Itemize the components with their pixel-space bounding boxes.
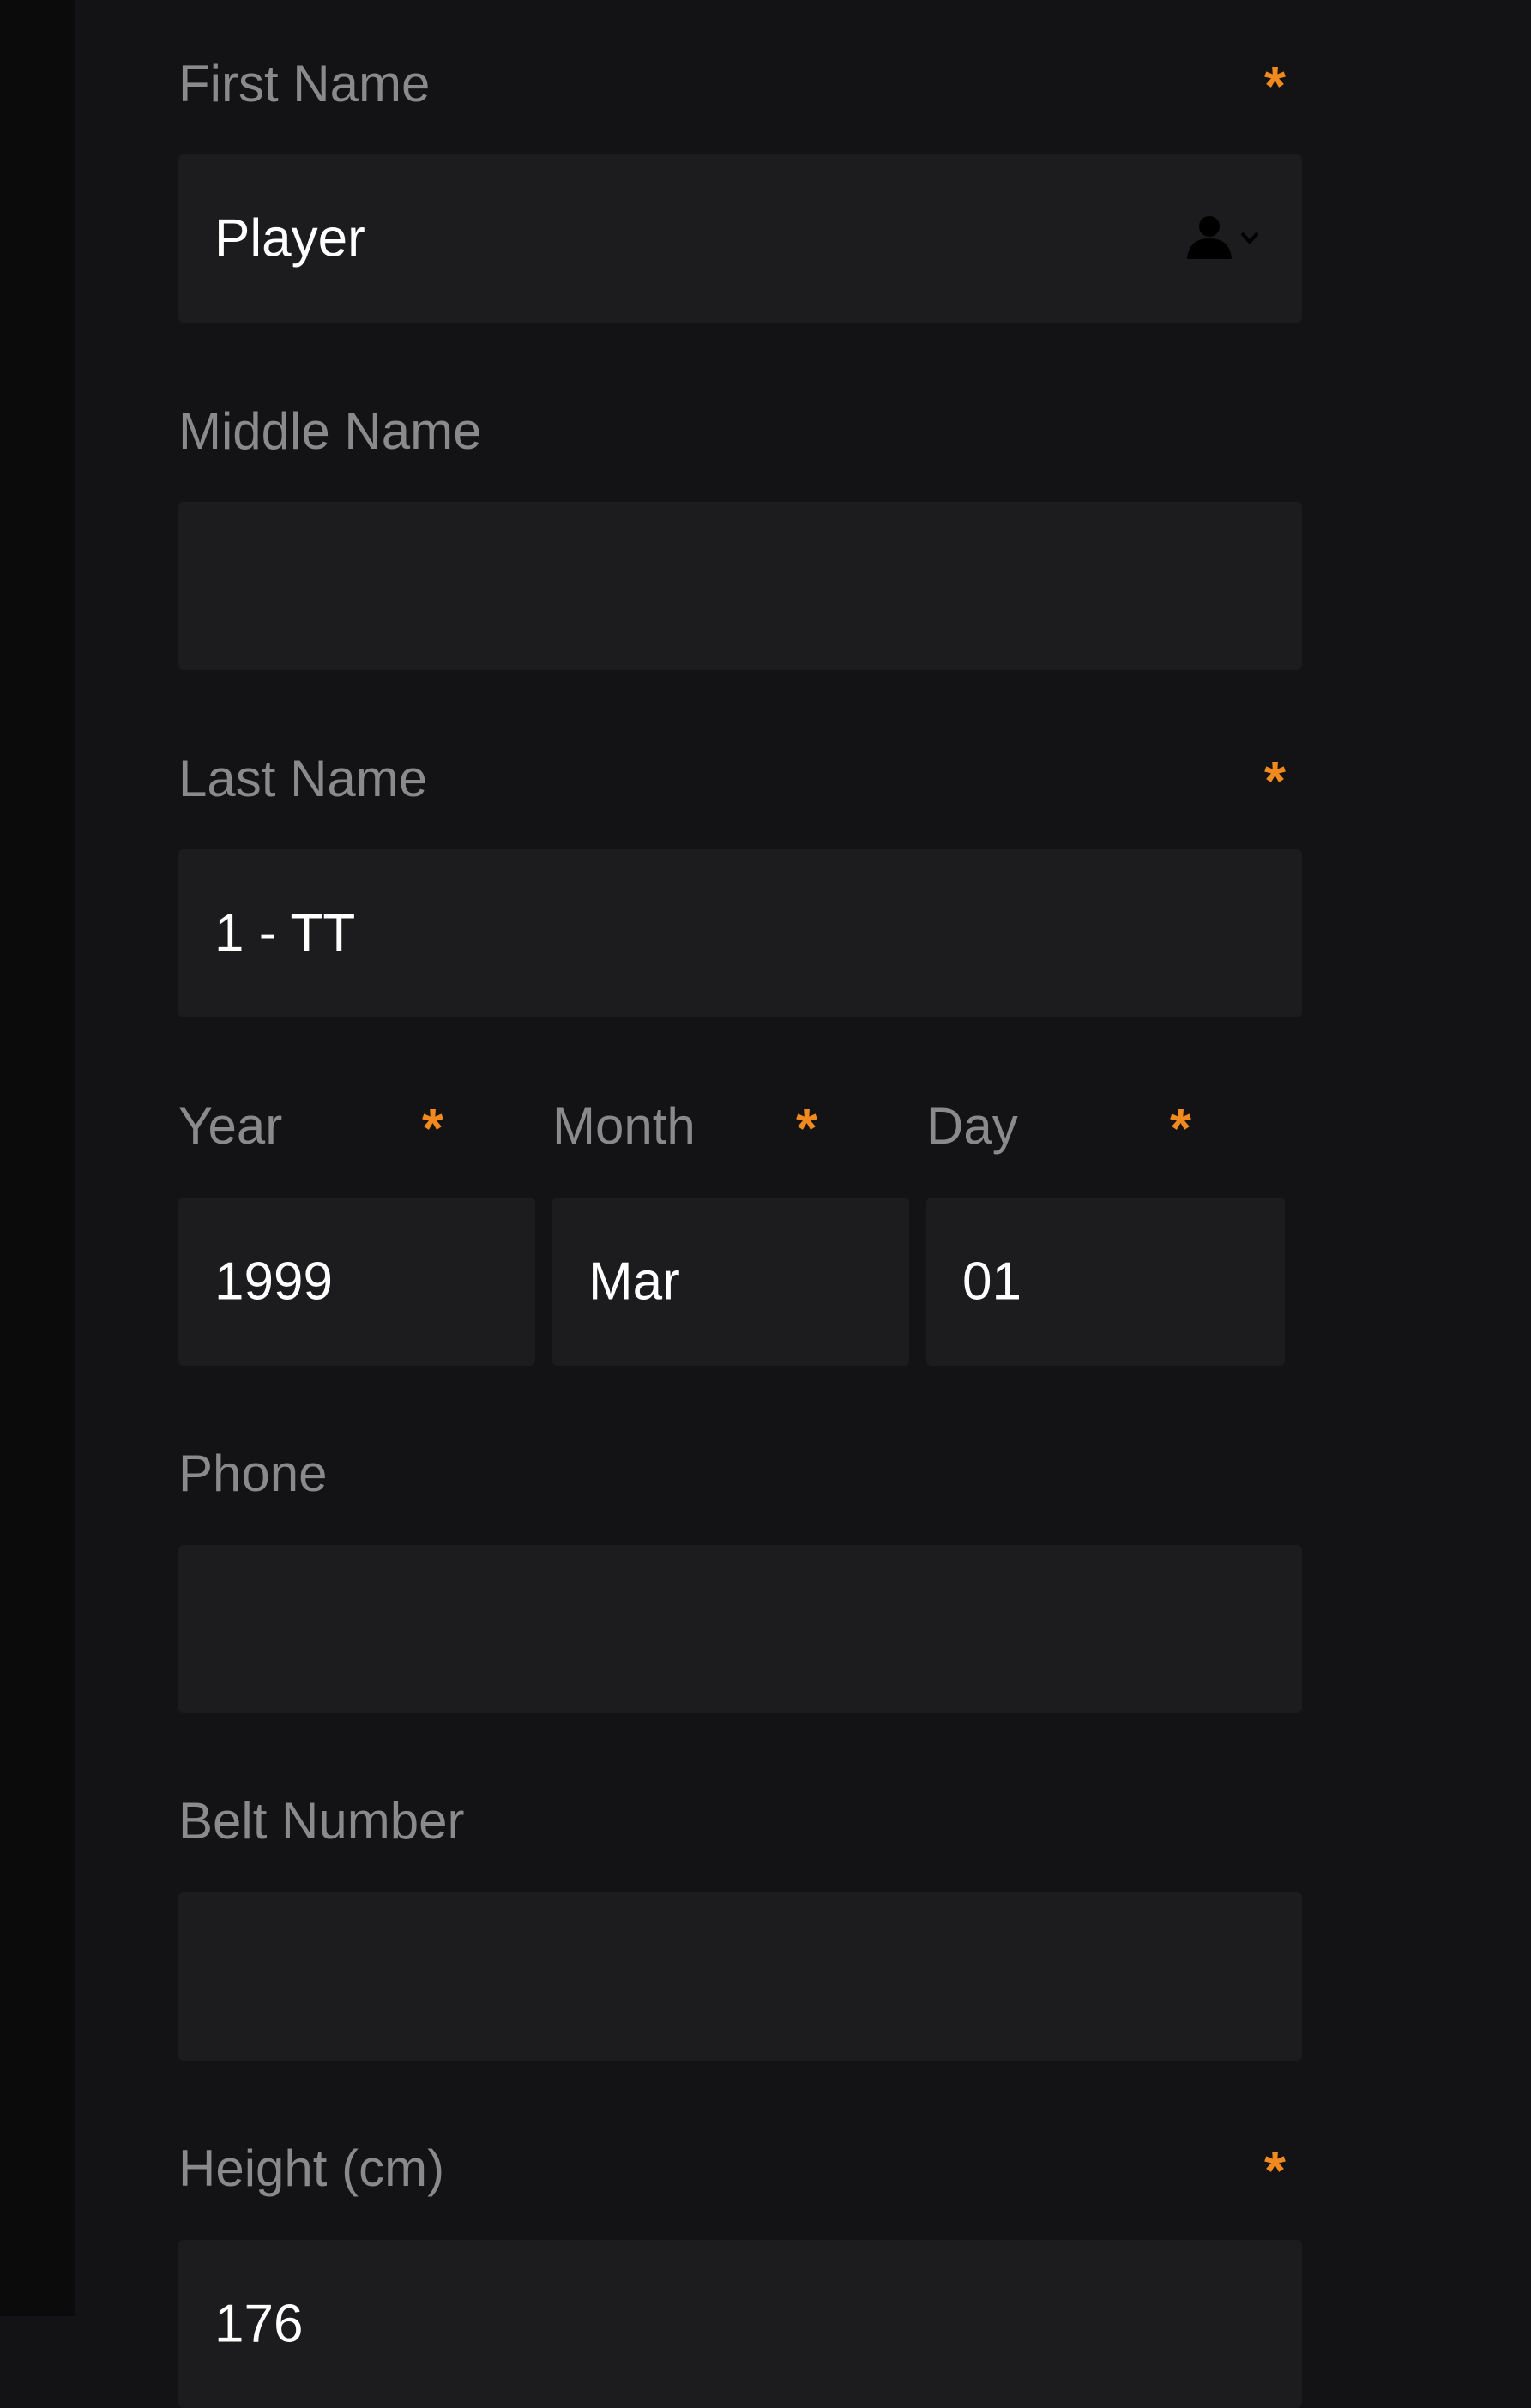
day-label: Day <box>926 1097 1018 1155</box>
first-name-label: First Name <box>178 55 431 112</box>
height-label: Height (cm) <box>178 2139 445 2197</box>
year-select[interactable]: 1999 <box>178 1198 535 1366</box>
player-form: First Name * Player Middle Name Last Nam… <box>75 0 1531 2408</box>
left-sidebar-edge <box>0 0 75 2316</box>
month-select[interactable]: Mar <box>552 1198 909 1366</box>
last-name-value: 1 - TT <box>214 903 356 963</box>
month-required-marker: * <box>796 1097 817 1159</box>
day-select[interactable]: 01 <box>926 1198 1285 1366</box>
day-value: 01 <box>962 1252 1022 1312</box>
belt-number-input[interactable] <box>178 1892 1302 2061</box>
phone-label: Phone <box>178 1445 328 1502</box>
first-name-input[interactable]: Player <box>178 154 1302 323</box>
year-value: 1999 <box>214 1252 333 1312</box>
year-label: Year <box>178 1097 283 1155</box>
day-required-marker: * <box>1170 1097 1191 1159</box>
contact-picker-icon[interactable] <box>1182 213 1268 264</box>
height-value: 176 <box>214 2294 304 2354</box>
first-name-required-marker: * <box>1264 55 1286 117</box>
last-name-input[interactable]: 1 - TT <box>178 849 1302 1017</box>
year-required-marker: * <box>422 1097 443 1159</box>
last-name-label: Last Name <box>178 750 428 807</box>
month-label: Month <box>552 1097 696 1155</box>
middle-name-input[interactable] <box>178 502 1302 670</box>
belt-number-label: Belt Number <box>178 1792 465 1850</box>
first-name-value: Player <box>214 208 365 269</box>
height-input[interactable]: 176 <box>178 2240 1302 2408</box>
phone-input[interactable] <box>178 1545 1302 1713</box>
height-required-marker: * <box>1264 2139 1286 2201</box>
last-name-required-marker: * <box>1264 750 1286 812</box>
month-value: Mar <box>588 1252 680 1312</box>
middle-name-label: Middle Name <box>178 402 482 460</box>
